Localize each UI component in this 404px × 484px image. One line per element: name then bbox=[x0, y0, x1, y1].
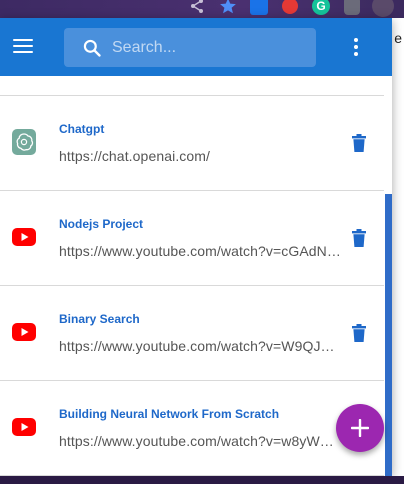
search-icon bbox=[83, 39, 101, 57]
grammarly-letter: G bbox=[312, 0, 330, 15]
bookmark-title[interactable]: Binary Search bbox=[59, 312, 140, 326]
search-box[interactable] bbox=[64, 28, 316, 67]
delete-icon[interactable] bbox=[351, 134, 367, 152]
bookmark-url[interactable]: https://www.youtube.com/watch?v=W9QJ8HaR… bbox=[59, 338, 341, 354]
red-extension-icon[interactable] bbox=[279, 0, 301, 17]
grammarly-icon[interactable]: G bbox=[310, 0, 332, 17]
share-icon[interactable] bbox=[186, 0, 208, 17]
youtube-icon bbox=[12, 224, 36, 250]
star-icon[interactable] bbox=[217, 0, 239, 17]
bookmark-title[interactable]: Chatgpt bbox=[59, 122, 104, 136]
plus-icon bbox=[351, 419, 369, 437]
add-bookmark-button[interactable] bbox=[336, 404, 384, 452]
search-input[interactable] bbox=[112, 38, 292, 57]
youtube-icon bbox=[12, 319, 36, 345]
list-item[interactable]: Building Neural Network From Scratch htt… bbox=[0, 381, 384, 476]
delete-icon[interactable] bbox=[351, 229, 367, 247]
bookmark-title[interactable]: Building Neural Network From Scratch bbox=[59, 407, 279, 421]
desktop-background bbox=[0, 476, 404, 484]
bookmark-list: Chatgpt https://chat.openai.com/ Nodejs … bbox=[0, 76, 392, 476]
background-window: e bbox=[390, 18, 404, 484]
list-item[interactable]: Chatgpt https://chat.openai.com/ bbox=[0, 96, 384, 191]
menu-icon[interactable] bbox=[12, 36, 34, 56]
bookmark-url[interactable]: https://chat.openai.com/ bbox=[59, 148, 341, 164]
list-item[interactable]: Binary Search https://www.youtube.com/wa… bbox=[0, 286, 384, 381]
shield-extension-icon[interactable] bbox=[341, 0, 363, 17]
browser-toolbar: G bbox=[0, 0, 404, 18]
extension-popup: Chatgpt https://chat.openai.com/ Nodejs … bbox=[0, 18, 392, 476]
app-bar bbox=[0, 18, 392, 76]
chatgpt-extension-icon[interactable] bbox=[248, 0, 270, 17]
delete-icon[interactable] bbox=[351, 324, 367, 342]
bookmark-url[interactable]: https://www.youtube.com/watch?v=w8yWXqWQ… bbox=[59, 433, 341, 449]
more-options-icon[interactable] bbox=[350, 38, 362, 56]
youtube-icon bbox=[12, 414, 36, 440]
scrollbar[interactable] bbox=[385, 194, 392, 476]
list-item[interactable]: Nodejs Project https://www.youtube.com/w… bbox=[0, 191, 384, 286]
profile-avatar[interactable] bbox=[372, 0, 394, 17]
chatgpt-icon bbox=[12, 129, 36, 155]
bookmark-url[interactable]: https://www.youtube.com/watch?v=cGAdN9x2… bbox=[59, 243, 341, 259]
bookmark-title[interactable]: Nodejs Project bbox=[59, 217, 143, 231]
background-window-text: e bbox=[394, 30, 402, 46]
